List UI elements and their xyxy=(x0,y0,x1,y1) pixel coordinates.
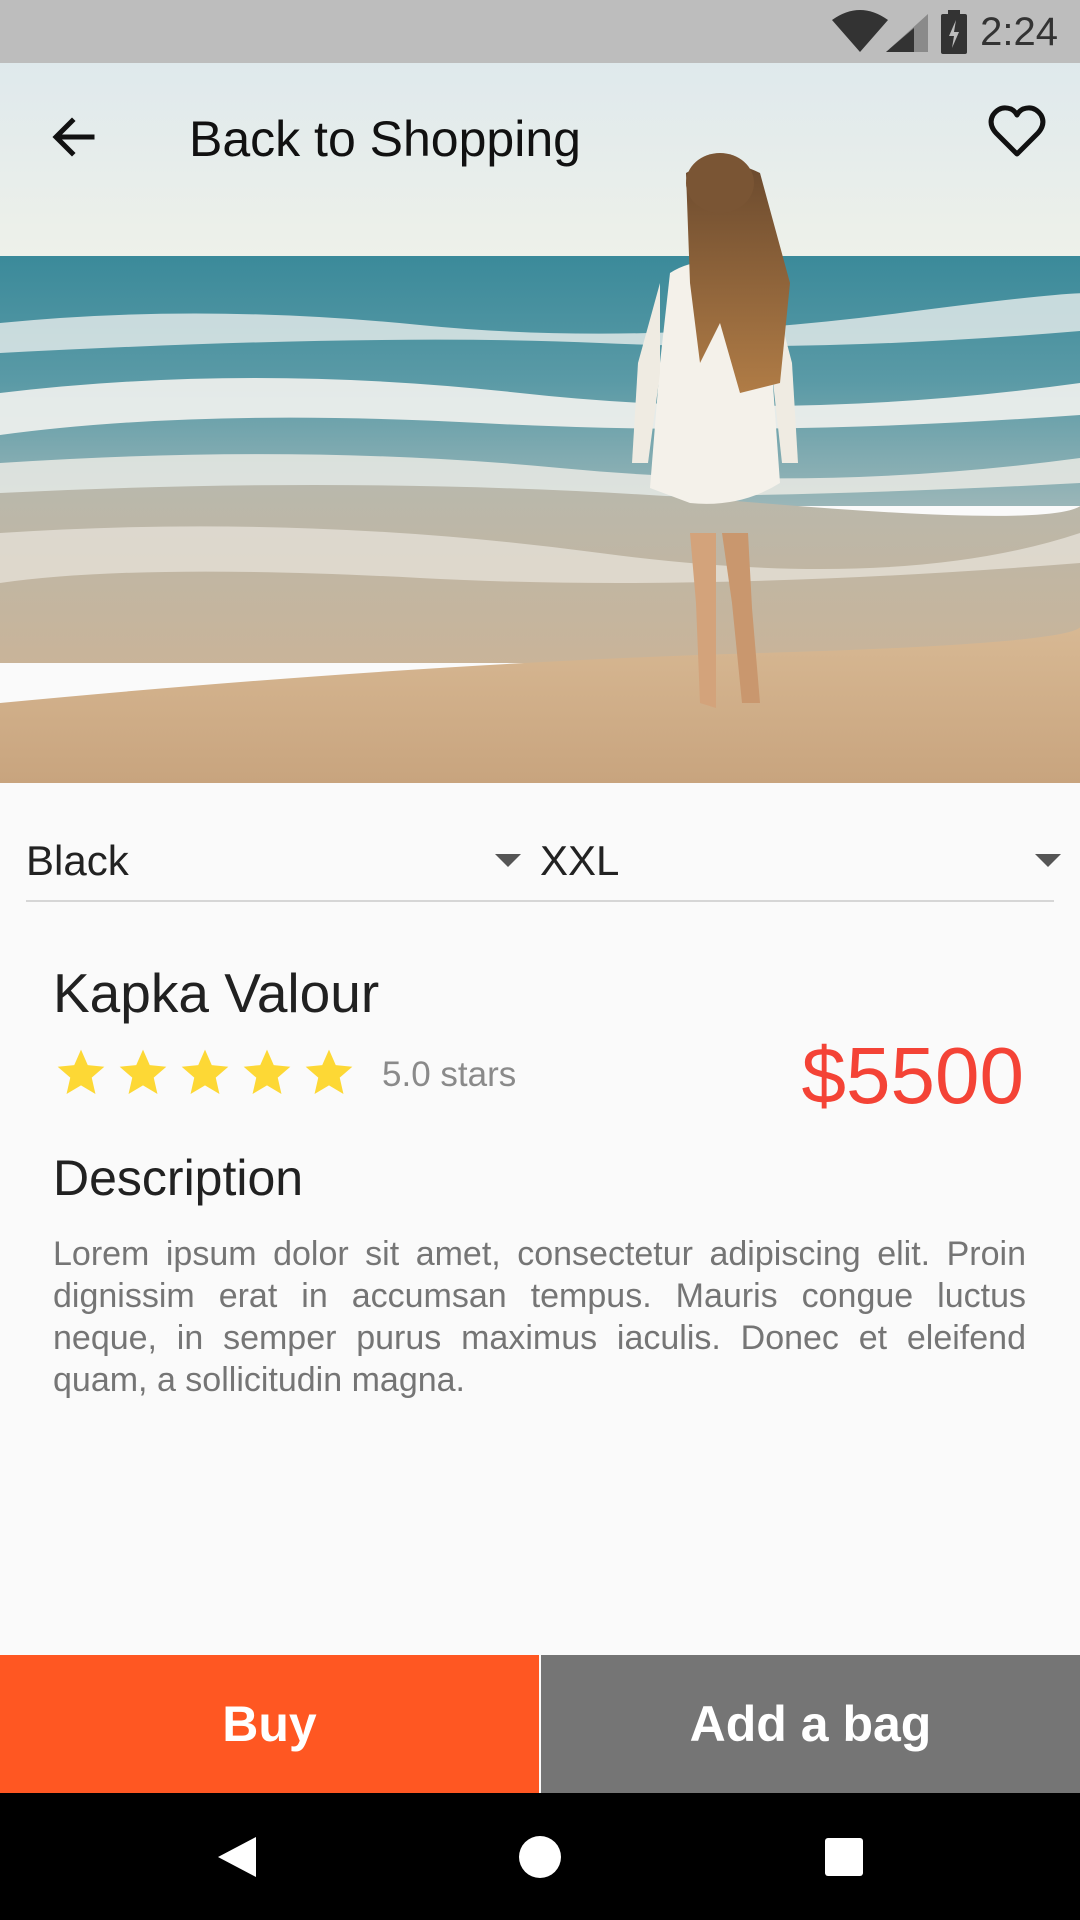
dropdown-arrow-icon xyxy=(1035,854,1061,867)
star-icon xyxy=(57,1049,105,1094)
color-select-value: Black xyxy=(26,837,129,884)
nav-home-button[interactable] xyxy=(480,1793,600,1920)
size-select-value: XXL xyxy=(540,837,620,884)
rating-text: 5.0 stars xyxy=(382,1055,517,1094)
star-icon xyxy=(119,1049,167,1094)
status-bar: 2:24 xyxy=(0,0,1080,63)
variant-selectors: Black XXL xyxy=(26,816,1061,902)
description-heading: Description xyxy=(53,1150,304,1206)
status-time: 2:24 xyxy=(980,10,1058,54)
arrow-back-icon[interactable] xyxy=(46,109,102,165)
star-icon xyxy=(181,1049,229,1094)
nav-back-button[interactable] xyxy=(176,1793,296,1920)
signal-icon xyxy=(886,14,928,52)
nav-recents-button[interactable] xyxy=(784,1793,904,1920)
dropdown-arrow-icon xyxy=(495,854,521,867)
buy-button[interactable]: Buy xyxy=(0,1655,539,1793)
star-icon xyxy=(243,1049,291,1094)
add-to-bag-button[interactable]: Add a bag xyxy=(541,1655,1080,1793)
star-icon xyxy=(305,1049,353,1094)
battery-charging-icon xyxy=(941,10,967,54)
wifi-icon xyxy=(832,10,888,52)
home-circle-icon xyxy=(519,1836,561,1878)
system-nav-bar xyxy=(0,1793,1080,1920)
size-select[interactable]: XXL xyxy=(540,816,1061,900)
product-name: Kapka Valour xyxy=(53,962,380,1024)
color-select[interactable]: Black xyxy=(26,816,530,900)
back-triangle-icon xyxy=(218,1837,256,1877)
recents-square-icon xyxy=(825,1838,863,1876)
product-price: $5500 xyxy=(801,1031,1024,1120)
heart-outline-icon[interactable] xyxy=(988,104,1046,158)
description-text: Lorem ipsum dolor sit amet, consectetur … xyxy=(53,1235,1026,1399)
toolbar-title[interactable]: Back to Shopping xyxy=(189,109,581,169)
toolbar: Back to Shopping xyxy=(0,63,1080,213)
